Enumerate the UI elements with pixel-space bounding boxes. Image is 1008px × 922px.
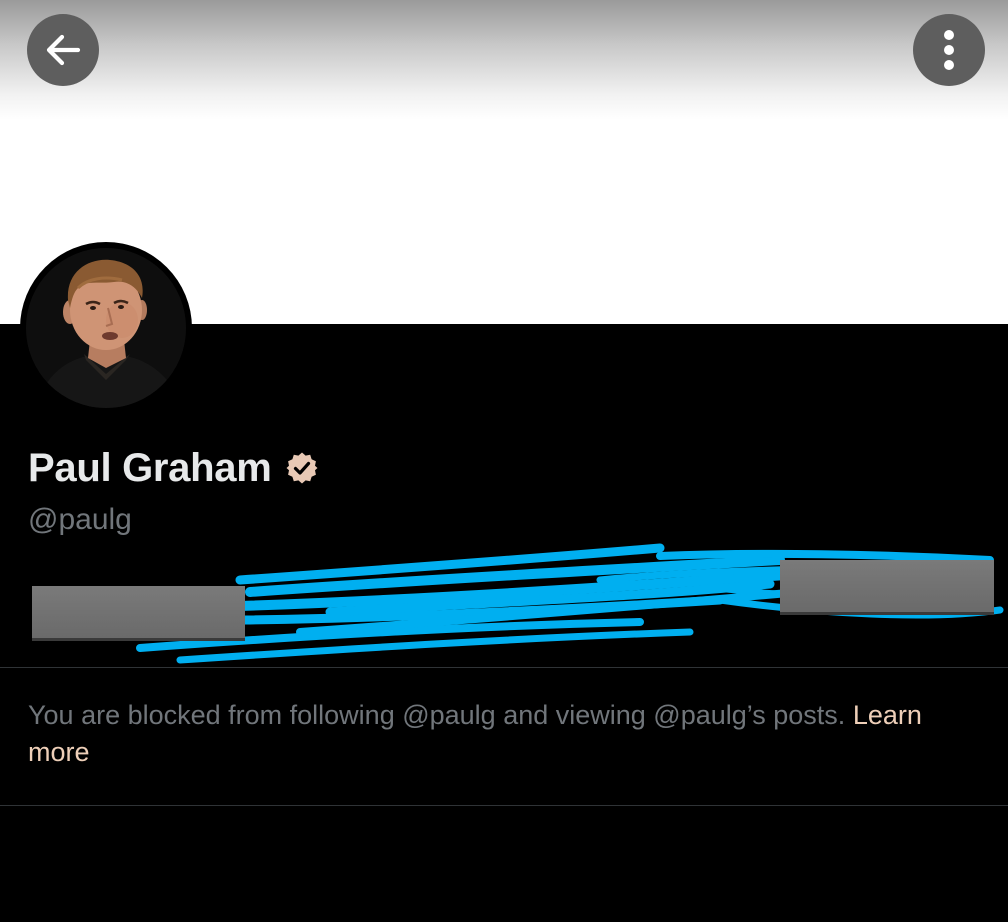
blocked-notice-text: You are blocked from following @paulg an…: [28, 700, 846, 730]
arrow-left-icon: [46, 34, 81, 66]
divider: [0, 805, 1008, 806]
avatar-photo: [26, 248, 186, 408]
followers-row-redacted: [0, 540, 1008, 670]
profile-page: Paul Graham @paulg You are blocked from …: [0, 0, 1008, 922]
profile-handle: @paulg: [28, 503, 132, 536]
more-vertical-icon: [944, 30, 954, 70]
redaction-box-left: [32, 586, 245, 638]
more-options-button[interactable]: [913, 14, 985, 86]
avatar[interactable]: [20, 242, 192, 414]
redaction-box-right: [780, 560, 994, 612]
display-name: Paul Graham: [28, 445, 272, 490]
verified-badge-icon[interactable]: [285, 451, 319, 485]
display-name-row: Paul Graham: [28, 440, 319, 496]
blocked-notice: You are blocked from following @paulg an…: [28, 697, 958, 771]
back-button[interactable]: [27, 14, 99, 86]
divider: [0, 667, 1008, 668]
